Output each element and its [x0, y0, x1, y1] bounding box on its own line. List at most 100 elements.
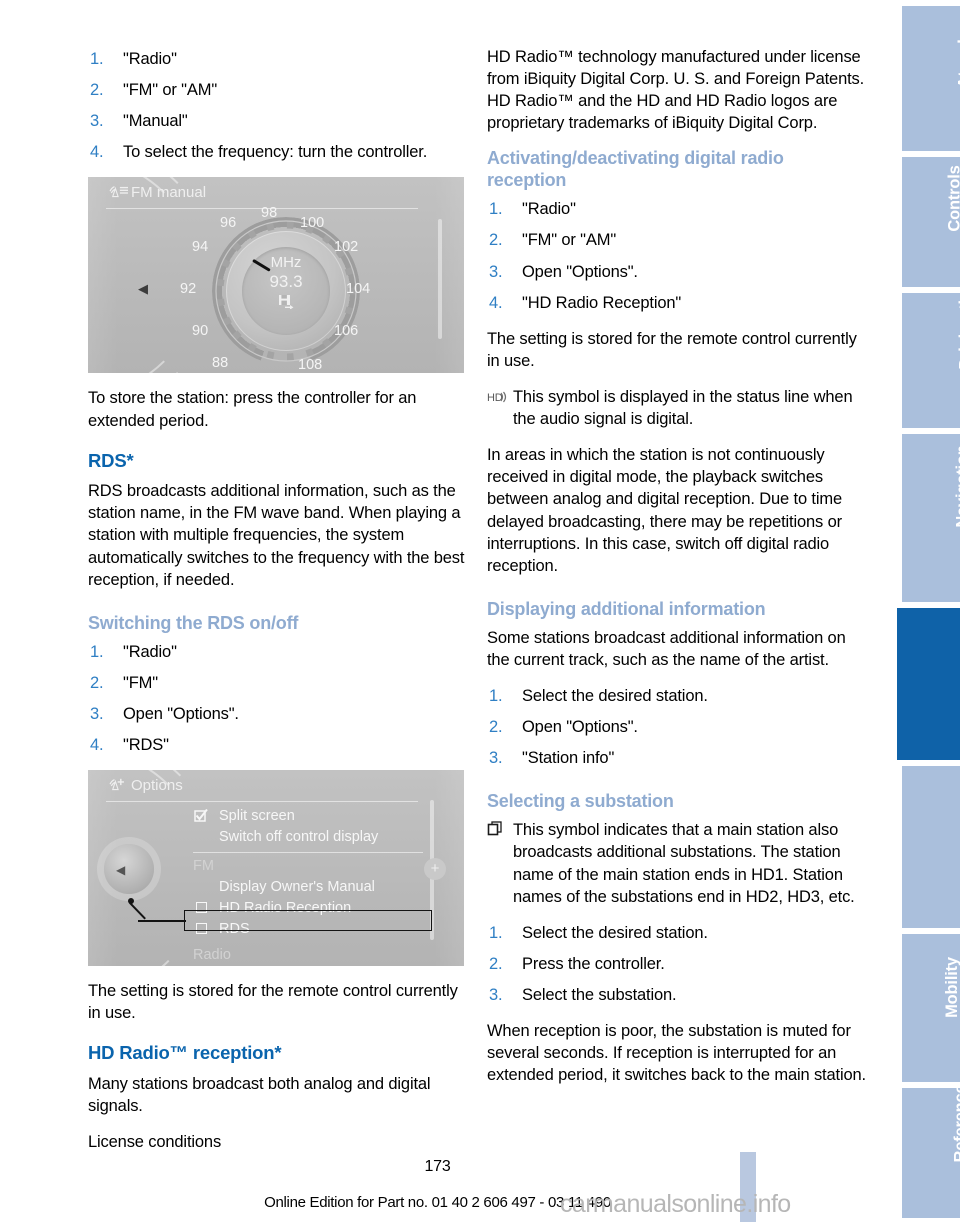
tab-label: At a glance: [954, 2, 960, 89]
heading-selecting-substation: Selecting a substation: [487, 791, 674, 812]
option-split-screen[interactable]: Split screen: [193, 806, 423, 827]
frequency-dial[interactable]: MHz 93.3 88 90 92 94 96 98 100 102 104 1…: [180, 205, 370, 373]
license-conditions-label: License conditions: [88, 1133, 222, 1152]
list-item: To select the frequency: turn the contro…: [90, 141, 428, 163]
figure-fm-manual-dial: FM manual ◀ MHz 93.3 88 90 92 94 96 98 1…: [88, 177, 464, 374]
list-item: Open "Options".: [489, 261, 638, 283]
dial-scale-label: 106: [334, 323, 359, 340]
figure-back-arrow-icon: ◀: [138, 281, 148, 297]
dial-scale-label: 98: [261, 205, 278, 222]
substation-symbol-note: This symbol indicates that a main statio…: [487, 819, 867, 907]
list-item: Select the substation.: [489, 984, 677, 1006]
tab-label: Mobility: [942, 956, 960, 1018]
dial-scale-label: 100: [300, 215, 325, 232]
setting-stored-text-right: The setting is stored for the remote con…: [487, 329, 857, 370]
svg-text:HD: HD: [487, 392, 503, 404]
knob-left-arrow-icon: ◀: [116, 863, 126, 878]
page-content: "Radio" "FM" or "AM" "Manual" To select …: [0, 0, 875, 1222]
digital-areas-text: In areas in which the station is not con…: [487, 446, 842, 575]
figure-title: FM manual: [131, 184, 207, 202]
option-label: Radio: [193, 947, 231, 964]
list-item: "Radio": [90, 641, 177, 663]
option-switch-off-display[interactable]: Switch off control display: [193, 827, 423, 848]
heading-switching-rds: Switching the RDS on/off: [88, 612, 299, 633]
controller-knob[interactable]: ◀: [104, 844, 154, 895]
heading-activating-digital-radio: Activating/deactivating digital radio re…: [487, 148, 784, 191]
right-column: HD Radio™ technology manufactured under …: [487, 46, 867, 1100]
plus-button[interactable]: +: [424, 858, 446, 881]
dial-scale-label: 104: [346, 281, 371, 298]
option-group-fm: FM: [193, 856, 423, 877]
displaying-steps: Select the desired station. Open "Option…: [487, 685, 867, 769]
selection-highlight: [184, 910, 432, 932]
substation-stacked-squares-icon: [487, 821, 505, 843]
left-column: "Radio" "FM" or "AM" "Manual" To select …: [88, 46, 468, 1167]
hd-radio-description: Many stations broadcast both analog and …: [88, 1074, 431, 1116]
radio-antenna-plus-icon: [109, 778, 124, 791]
substation-steps: Select the desired station. Press the co…: [487, 922, 867, 1006]
tab-communication[interactable]: Communication: [902, 766, 960, 928]
heading-displaying-additional-info: Displaying additional information: [487, 598, 766, 619]
list-item: "Radio": [489, 198, 576, 220]
list-item: "FM" or "AM": [489, 229, 617, 251]
list-item: "Manual": [90, 110, 188, 132]
manual-page: "Radio" "FM" or "AM" "Manual" To select …: [0, 0, 960, 1222]
option-display-owners-manual[interactable]: Display Owner's Manual: [193, 877, 423, 898]
rds-switch-steps: "Radio" "FM" Open "Options". "RDS": [88, 641, 468, 757]
activating-steps: "Radio" "FM" or "AM" Open "Options". "HD…: [487, 198, 867, 314]
tab-navigation[interactable]: Navigation: [902, 434, 960, 602]
hd-license-text: HD Radio™ technology manufactured under …: [487, 48, 865, 133]
dial-unit-label: MHz: [270, 254, 302, 272]
tab-label: Controls: [945, 165, 960, 232]
tab-controls[interactable]: Controls: [902, 157, 960, 287]
list-item: "Station info": [489, 747, 615, 769]
option-label: Split screen: [219, 808, 295, 825]
list-item: Press the controller.: [489, 953, 665, 975]
hd-digital-signal-icon: HD: [487, 388, 507, 410]
store-station-text: To store the station: press the controll…: [88, 389, 417, 430]
dial-scale-label: 96: [220, 215, 237, 232]
option-label: Switch off control display: [219, 829, 379, 846]
checkbox-checked-icon: [194, 809, 208, 822]
option-label: FM: [193, 858, 214, 875]
figure-title-rule: [106, 801, 418, 803]
tab-entertainment[interactable]: Entertainment: [897, 608, 960, 760]
tab-label: Driving tips: [956, 281, 960, 371]
figure-options-menu: Options ◀ + Split screen Switch off cont…: [88, 770, 464, 967]
manual-tuning-steps: "Radio" "FM" or "AM" "Manual" To select …: [88, 48, 468, 164]
rds-description: RDS broadcasts additional information, s…: [88, 482, 465, 589]
options-separator: [193, 852, 423, 854]
dial-scale-label: 94: [192, 239, 209, 256]
tab-reference[interactable]: Reference: [902, 1084, 960, 1218]
hd-symbol-text: This symbol is displayed in the status l…: [513, 388, 853, 429]
tab-driving-tips[interactable]: Driving tips: [902, 282, 960, 428]
figure-scroll-bar: [438, 219, 442, 340]
heading-hd-radio-reception: HD Radio™ reception*: [88, 1042, 282, 1064]
tab-at-a-glance[interactable]: At a glance: [902, 2, 960, 151]
dial-scale-label: 88: [212, 355, 229, 372]
leader-line-horizontal: [138, 920, 186, 922]
figure-title: Options: [131, 777, 183, 795]
dial-scale-label: 92: [180, 281, 197, 298]
watermark-text: carmanualsonline.info: [560, 1190, 791, 1218]
list-item: "HD Radio Reception": [489, 292, 682, 314]
poor-reception-text: When reception is poor, the substation i…: [487, 1022, 866, 1085]
dial-readout: MHz 93.3: [206, 254, 366, 310]
hd-symbol-note: HD This symbol is displayed in the statu…: [487, 386, 867, 430]
tab-mobility[interactable]: Mobility: [902, 934, 960, 1082]
section-tab-rail: At a glance Controls Driving tips Naviga…: [875, 0, 960, 1222]
tab-label: Navigation: [953, 445, 960, 528]
tab-label: Reference: [951, 1084, 960, 1163]
dial-scale-label: 102: [334, 239, 359, 256]
list-item: "RDS": [90, 734, 169, 756]
radio-antenna-icon: [109, 186, 128, 198]
options-list: Split screen Switch off control display …: [193, 806, 423, 966]
dial-scale-label: 90: [192, 323, 209, 340]
list-item: "FM": [90, 672, 158, 694]
option-footer-radio: Radio: [193, 945, 423, 966]
setting-stored-text-left: The setting is stored for the remote con…: [88, 982, 458, 1023]
save-station-icon: [279, 295, 294, 310]
list-item: "FM" or "AM": [90, 79, 218, 101]
dial-frequency-value: 93.3: [269, 272, 303, 292]
list-item: Select the desired station.: [489, 922, 708, 944]
